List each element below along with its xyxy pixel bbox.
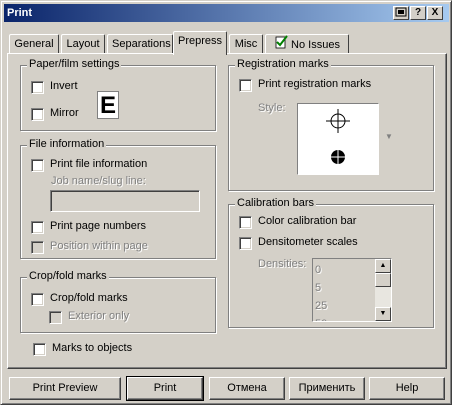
apply-button[interactable]: Применить (289, 377, 365, 400)
invert-label[interactable]: Invert (50, 80, 78, 92)
print-page-numbers-label[interactable]: Print page numbers (50, 220, 146, 232)
paper-film-title: Paper/film settings (27, 58, 122, 70)
print-preview-button[interactable]: Print Preview (9, 377, 121, 400)
exterior-only-label[interactable]: Exterior only (68, 310, 129, 322)
densities-label: Densities: (258, 258, 307, 270)
print-page-numbers-checkbox[interactable] (31, 221, 44, 234)
crop-fold-label[interactable]: Crop/fold marks (50, 292, 128, 304)
print-registration-checkbox[interactable] (239, 79, 252, 92)
registration-group: Registration marks Print registration ma… (228, 58, 434, 191)
scroll-thumb[interactable] (375, 273, 391, 287)
tab-misc[interactable]: Misc (229, 34, 263, 54)
tab-layout[interactable]: Layout (61, 34, 105, 54)
invert-checkbox[interactable] (31, 81, 44, 94)
list-item[interactable]: 5 (315, 279, 327, 297)
close-button[interactable]: X (427, 6, 443, 20)
file-info-title: File information (27, 138, 107, 150)
mirror-label[interactable]: Mirror (50, 107, 79, 119)
list-item[interactable]: 25 (315, 297, 327, 315)
job-name-label: Job name/slug line: (51, 175, 146, 187)
registration-style-picker[interactable] (297, 103, 379, 175)
print-registration-label[interactable]: Print registration marks (258, 78, 371, 90)
crop-fold-checkbox[interactable] (31, 293, 44, 306)
registration-title: Registration marks (235, 58, 331, 70)
help-title-button[interactable]: ? (410, 6, 426, 20)
prepress-panel: Paper/film settings Invert Mirror E File… (7, 53, 447, 369)
page-preview-icon: E (97, 91, 119, 119)
densities-list[interactable]: 0 5 25 50 ▲ ▼ (312, 258, 392, 322)
title-bar[interactable]: Print ? X (4, 4, 449, 22)
tab-separations[interactable]: Separations (107, 34, 173, 54)
tab-no-issues[interactable]: No Issues (265, 34, 349, 54)
densities-scrollbar[interactable]: ▲ ▼ (375, 259, 391, 321)
scroll-up-icon[interactable]: ▲ (375, 259, 391, 273)
style-dropdown-arrow-icon[interactable]: ▼ (385, 132, 395, 142)
print-button[interactable]: Print (126, 376, 204, 401)
job-name-input[interactable] (50, 190, 200, 212)
system-menu-icon[interactable] (393, 6, 409, 20)
mirror-checkbox[interactable] (31, 108, 44, 121)
help-button[interactable]: Help (369, 377, 445, 400)
position-within-page-checkbox[interactable] (31, 241, 44, 254)
calibration-group: Calibration bars Color calibration bar D… (228, 197, 434, 328)
checkmark-document-icon (274, 35, 288, 55)
tab-general[interactable]: General (9, 34, 59, 54)
densitometer-checkbox[interactable] (239, 237, 252, 250)
print-dialog: Print ? X General Layout Separations Pre… (0, 0, 452, 405)
marks-to-objects-label[interactable]: Marks to objects (52, 342, 132, 354)
crop-fold-title: Crop/fold marks (27, 270, 109, 282)
print-file-info-checkbox[interactable] (31, 159, 44, 172)
list-item[interactable]: 0 (315, 261, 327, 279)
crop-fold-group: Crop/fold marks Crop/fold marks Exterior… (20, 270, 216, 333)
file-info-group: File information Print file information … (20, 138, 216, 259)
print-file-info-label[interactable]: Print file information (50, 158, 147, 170)
exterior-only-checkbox[interactable] (49, 311, 62, 324)
color-calibration-label[interactable]: Color calibration bar (258, 215, 356, 227)
position-within-page-label[interactable]: Position within page (50, 240, 148, 252)
scroll-down-icon[interactable]: ▼ (375, 307, 391, 321)
calibration-title: Calibration bars (235, 197, 317, 209)
color-calibration-checkbox[interactable] (239, 216, 252, 229)
cancel-button[interactable]: Отмена (209, 377, 285, 400)
registration-mark-icon (326, 109, 350, 164)
window-title: Print (7, 7, 33, 19)
marks-to-objects-checkbox[interactable] (33, 343, 46, 356)
tab-prepress[interactable]: Prepress (173, 31, 227, 55)
list-item[interactable]: 50 (315, 315, 327, 321)
densitometer-label[interactable]: Densitometer scales (258, 236, 358, 248)
style-label: Style: (258, 102, 286, 114)
paper-film-group: Paper/film settings Invert Mirror E (20, 58, 216, 131)
